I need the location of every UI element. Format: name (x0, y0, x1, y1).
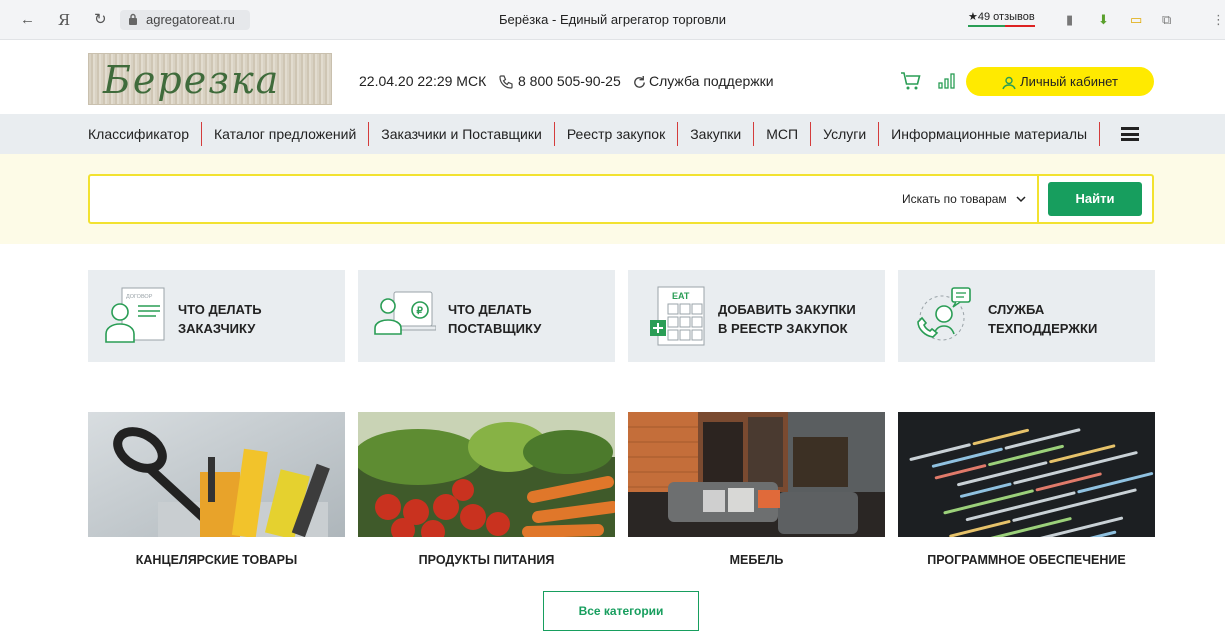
svg-text:₽: ₽ (417, 306, 424, 317)
logo-text: Березка (103, 58, 281, 102)
lock-icon (129, 13, 137, 25)
support-operator-icon (917, 287, 971, 341)
tile-customer-line1: ЧТО ДЕЛАТЬ (178, 302, 262, 317)
yandex-logo-icon[interactable]: Я (58, 12, 70, 28)
nav-item-catalog[interactable]: Каталог предложений (202, 122, 370, 146)
category-software-label: ПРОГРАММНОЕ ОБЕСПЕЧЕНИЕ (927, 553, 1126, 567)
tile-tech-support[interactable]: СЛУЖБА ТЕХПОДДЕРЖКИ (898, 270, 1155, 362)
tile-add-purchases[interactable]: EAT ДОБАВИТЬ ЗАКУПКИ В РЕЕСТР ЗАКУПОК (628, 270, 885, 362)
personal-account-button[interactable]: Личный кабинет (966, 67, 1154, 96)
search-section: Искать по товарам Найти (0, 154, 1225, 244)
tile-supplier-line2: ПОСТАВЩИКУ (448, 321, 542, 336)
refresh-icon (634, 75, 645, 88)
tile-tech-support-line2: ТЕХПОДДЕРЖКИ (988, 321, 1098, 336)
category-stationery[interactable]: КАНЦЕЛЯРСКИЕ ТОВАРЫ (88, 412, 345, 582)
reviews-text: ★49 отзывов (968, 11, 1035, 23)
vegetables-image (358, 412, 615, 537)
datetime: 22.04.20 22:29 МСК (359, 73, 487, 89)
tile-customer-guide[interactable]: ДОГОВОР ЧТО ДЕЛАТЬ ЗАКАЗЧИКУ (88, 270, 345, 362)
tile-add-purchases-line2: В РЕЕСТР ЗАКУПОК (718, 321, 848, 336)
nav-item-services[interactable]: Услуги (811, 122, 880, 146)
category-food-label: ПРОДУКТЫ ПИТАНИЯ (418, 553, 555, 567)
support-text: Служба поддержки (649, 73, 774, 89)
furniture-image (628, 412, 885, 537)
nav-item-purchases[interactable]: Закупки (678, 122, 755, 146)
nav-item-info-materials[interactable]: Информационные материалы (879, 122, 1101, 146)
category-stationery-label: КАНЦЕЛЯРСКИЕ ТОВАРЫ (135, 553, 298, 567)
eat-label: EAT (672, 291, 690, 301)
all-categories-button[interactable]: Все категории (543, 591, 699, 631)
tile-tech-support-line1: СЛУЖБА (988, 302, 1045, 317)
main-nav: Классификатор Каталог предложений Заказч… (0, 114, 1225, 154)
tile-tech-support-title: СЛУЖБА ТЕХПОДДЕРЖКИ (988, 300, 1148, 338)
browser-toolbar: ← Я ↻ agregatoreat.ru Берёзка - Единый а… (0, 0, 1225, 40)
nav-item-registry[interactable]: Реестр закупок (555, 122, 679, 146)
document-person-icon: ДОГОВОР (105, 287, 165, 343)
code-screen-image (898, 412, 1155, 537)
nav-item-sme[interactable]: МСП (754, 122, 812, 146)
nav-item-classifier[interactable]: Классификатор (88, 122, 203, 146)
battery-icon[interactable]: ▭ (1130, 12, 1142, 28)
menu-dots-icon[interactable]: ⋮ (1212, 12, 1225, 28)
tile-customer-title: ЧТО ДЕЛАТЬ ЗАКАЗЧИКУ (178, 300, 338, 338)
address-bar[interactable]: agregatoreat.ru (120, 10, 250, 30)
tile-customer-line2: ЗАКАЗЧИКУ (178, 321, 256, 336)
phone-link[interactable]: 8 800 505-90-25 (498, 72, 621, 90)
tile-supplier-title: ЧТО ДЕЛАТЬ ПОСТАВЩИКУ (448, 300, 608, 338)
address-text: agregatoreat.ru (146, 12, 235, 27)
search-scope-value: Искать по товарам (902, 192, 1007, 206)
download-icon[interactable]: ⬇ (1098, 12, 1109, 28)
category-software[interactable]: ПРОГРАММНОЕ ОБЕСПЕЧЕНИЕ (898, 412, 1155, 582)
search-input[interactable] (100, 184, 880, 216)
hamburger-menu-icon[interactable] (1121, 127, 1139, 141)
site-logo[interactable]: Березка (88, 53, 332, 105)
tile-add-purchases-line1: ДОБАВИТЬ ЗАКУПКИ (718, 302, 856, 317)
nav-item-customers-suppliers[interactable]: Заказчики и Поставщики (369, 122, 555, 146)
site-header: Березка 22.04.20 22:29 МСК 8 800 505-90-… (0, 40, 1225, 114)
contract-label: ДОГОВОР (126, 294, 153, 300)
cart-icon[interactable] (900, 71, 922, 91)
bookmark-icon[interactable]: ▮ (1066, 12, 1073, 28)
phone-icon (499, 75, 513, 89)
tile-supplier-guide[interactable]: ₽ ЧТО ДЕЛАТЬ ПОСТАВЩИКУ (358, 270, 615, 362)
support-link[interactable]: Служба поддержки (632, 72, 774, 90)
stationery-image (88, 412, 345, 537)
personal-account-label: Личный кабинет (1020, 74, 1118, 89)
phone-text: 8 800 505-90-25 (518, 73, 621, 89)
supplier-coin-icon: ₽ (374, 291, 436, 335)
reviews-badge[interactable]: ★49 отзывов (968, 10, 1035, 27)
tile-supplier-line1: ЧТО ДЕЛАТЬ (448, 302, 532, 317)
category-furniture-label: МЕБЕЛЬ (729, 553, 784, 567)
search-scope-select[interactable]: Искать по товарам (902, 192, 1026, 206)
compare-chart-icon[interactable] (938, 73, 956, 89)
calendar-add-icon: EAT (650, 286, 705, 346)
search-box: Искать по товарам Найти (88, 174, 1154, 224)
chevron-down-icon (1016, 196, 1026, 203)
reload-icon[interactable]: ↻ (94, 12, 107, 28)
search-divider (1037, 176, 1039, 222)
extensions-icon[interactable]: ⧉ (1162, 12, 1171, 28)
category-food[interactable]: ПРОДУКТЫ ПИТАНИЯ (358, 412, 615, 582)
back-arrow-icon[interactable]: ← (20, 12, 35, 28)
search-button[interactable]: Найти (1048, 182, 1142, 216)
tile-add-purchases-title: ДОБАВИТЬ ЗАКУПКИ В РЕЕСТР ЗАКУПОК (718, 300, 878, 338)
user-icon (1002, 76, 1016, 89)
category-furniture[interactable]: МЕБЕЛЬ (628, 412, 885, 582)
